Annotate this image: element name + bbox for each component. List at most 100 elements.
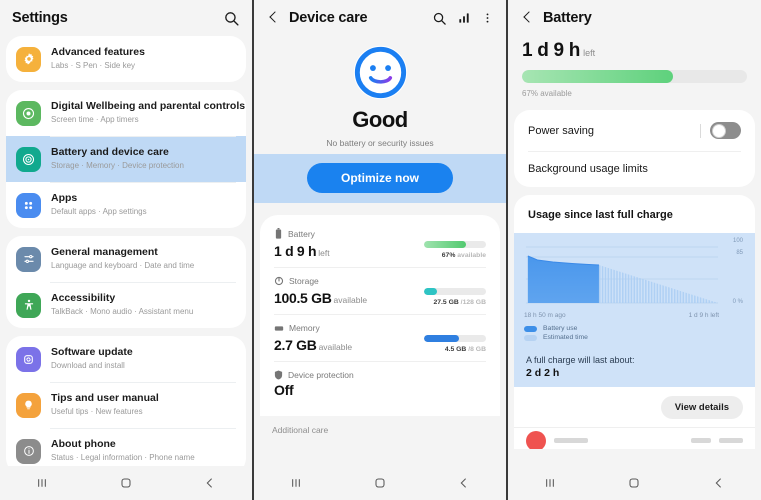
search-icon[interactable] (223, 10, 240, 27)
sidebar-item-subtitle: Download and install (51, 361, 125, 370)
back-arrow-icon[interactable] (520, 10, 536, 26)
system-navigation-bar (254, 466, 506, 500)
home-icon[interactable] (614, 466, 654, 500)
battery-body[interactable]: 1 d 9 h left 67% available Power saving B… (508, 36, 761, 466)
item-meta: 27.5 GB /128 GB (424, 299, 486, 306)
item-progress-bar (424, 335, 486, 342)
lightbulb-icon (16, 392, 41, 418)
sidebar-item-general-management[interactable]: General management Language and keyboard… (6, 236, 246, 282)
update-icon (16, 346, 41, 372)
sidebar-item-software-update[interactable]: Software update Download and install (6, 336, 246, 382)
power-saving-label: Power saving (528, 124, 595, 137)
device-care-body[interactable]: Good No battery or security issues Optim… (254, 36, 506, 466)
chart-plot: 100 85 0 % (524, 238, 745, 311)
item-meta-rest: available (455, 252, 486, 259)
device-care-panel: Device care Good No battery or security … (254, 0, 508, 500)
device-status-hero: Good No battery or security issues (254, 36, 506, 154)
item-meta-rest: /128 GB (458, 299, 486, 306)
battery-panel: Battery 1 d 9 h left 67% available Power … (508, 0, 761, 500)
app-usage-placeholder (691, 438, 711, 443)
power-saving-toggle[interactable] (710, 122, 741, 139)
app-avatar (526, 430, 546, 449)
battery-usage-chart: 100 85 0 % 18 h 50 m ago 1 d 9 h left Ba… (514, 233, 755, 351)
sidebar-item-battery-and-device-care[interactable]: Battery and device care Storage · Memory… (6, 136, 246, 182)
item-meta-bold: 4.5 GB (444, 346, 467, 353)
optimize-now-button[interactable]: Optimize now (307, 163, 453, 193)
item-meta-bold: 27.5 GB (433, 299, 459, 306)
device-care-items: Battery 1 d 9 h left 67% available Stora… (260, 215, 500, 416)
sliders-icon (16, 246, 41, 272)
device-care-item-device-protection[interactable]: Device protection Off (260, 361, 500, 406)
optimize-banner: Optimize now (254, 154, 506, 203)
three-panel-screenshot: Settings Advanced features Labs · S Pen … (0, 0, 761, 500)
legend-swatch-estimated-time (524, 334, 537, 341)
item-value-number: 100.5 GB (274, 290, 332, 306)
page-title: Settings (12, 10, 68, 26)
legend-item: Battery use (524, 325, 745, 332)
recents-icon[interactable] (276, 466, 316, 500)
background-usage-limits-row[interactable]: Background usage limits (514, 151, 755, 187)
legend-label: Battery use (543, 325, 578, 332)
settings-group: Advanced features Labs · S Pen · Side ke… (6, 36, 246, 82)
sidebar-item-tips-and-user-manual[interactable]: Tips and user manual Useful tips · New f… (6, 382, 246, 428)
sidebar-item-label: Battery and device care (51, 146, 169, 158)
home-icon[interactable] (106, 466, 146, 500)
item-value-unit: available (318, 342, 353, 352)
device-status-subtitle: No battery or security issues (326, 138, 434, 148)
battery-level-bar (522, 70, 747, 83)
app-percent-placeholder (719, 438, 743, 443)
sidebar-item-advanced-features[interactable]: Advanced features Labs · S Pen · Side ke… (6, 36, 246, 82)
bar-chart-icon[interactable] (457, 11, 471, 25)
sidebar-item-about-phone[interactable]: About phone Status · Legal information ·… (6, 428, 246, 466)
apps-grid-icon (16, 192, 41, 218)
divider (700, 123, 701, 138)
view-details-button[interactable]: View details (660, 396, 743, 419)
back-icon[interactable] (190, 466, 230, 500)
item-value: 1 d 9 h left (274, 243, 330, 259)
battery-options-card: Power saving Background usage limits (514, 110, 755, 187)
recents-icon[interactable] (22, 466, 62, 500)
battery-summary: 1 d 9 h left 67% available (508, 36, 761, 110)
battery-time-value: 1 d 9 h (522, 40, 581, 61)
settings-list[interactable]: Advanced features Labs · S Pen · Side ke… (0, 36, 252, 466)
page-title: Battery (543, 10, 592, 26)
item-value-number: Off (274, 382, 294, 398)
view-details-row: View details (514, 387, 755, 427)
sidebar-item-subtitle: Language and keyboard · Date and time (51, 261, 195, 270)
home-icon[interactable] (360, 466, 400, 500)
sidebar-item-label: About phone (51, 438, 116, 450)
item-progress-bar (424, 288, 486, 295)
device-care-item-memory[interactable]: Memory 2.7 GB available 4.5 GB /8 GB (260, 314, 500, 361)
sidebar-item-apps[interactable]: Apps Default apps · App settings (6, 182, 246, 228)
item-label: Storage (289, 276, 319, 286)
sidebar-item-subtitle: Screen time · App timers (51, 115, 139, 124)
device-care-item-storage[interactable]: Storage 100.5 GB available 27.5 GB /128 G… (260, 267, 500, 314)
app-usage-row-partial[interactable] (514, 427, 755, 449)
power-saving-row[interactable]: Power saving (514, 110, 755, 151)
device-care-item-battery[interactable]: Battery 1 d 9 h left 67% available (260, 219, 500, 267)
back-icon[interactable] (699, 466, 739, 500)
battery-remaining-time: 1 d 9 h left (522, 40, 747, 62)
recents-icon[interactable] (530, 466, 570, 500)
storage-icon (274, 276, 284, 286)
item-meta: 67% available (424, 252, 486, 259)
settings-group: General management Language and keyboard… (6, 236, 246, 328)
full-charge-estimate: A full charge will last about: 2 d 2 h (514, 351, 755, 387)
item-meta: 4.5 GB /8 GB (424, 346, 486, 353)
search-icon[interactable] (432, 11, 447, 26)
chart-y-tick-0: 0 % (732, 299, 743, 305)
battery-header: Battery (508, 0, 761, 36)
sidebar-item-subtitle: Storage · Memory · Device protection (51, 161, 184, 170)
sidebar-item-digital-wellbeing[interactable]: Digital Wellbeing and parental controls … (6, 90, 246, 136)
chart-x-axis: 18 h 50 m ago 1 d 9 h left (524, 312, 745, 319)
sidebar-item-accessibility[interactable]: Accessibility TalkBack · Mono audio · As… (6, 282, 246, 328)
sidebar-item-label: Digital Wellbeing and parental controls (51, 100, 246, 112)
overflow-menu-icon[interactable] (481, 11, 494, 25)
back-arrow-icon[interactable] (266, 10, 282, 26)
back-icon[interactable] (444, 466, 484, 500)
item-value: 2.7 GB available (274, 337, 352, 353)
item-label: Memory (289, 323, 320, 333)
item-value-unit: left (318, 248, 330, 258)
system-navigation-bar (0, 466, 252, 500)
sidebar-item-subtitle: TalkBack · Mono audio · Assistant menu (51, 307, 194, 316)
